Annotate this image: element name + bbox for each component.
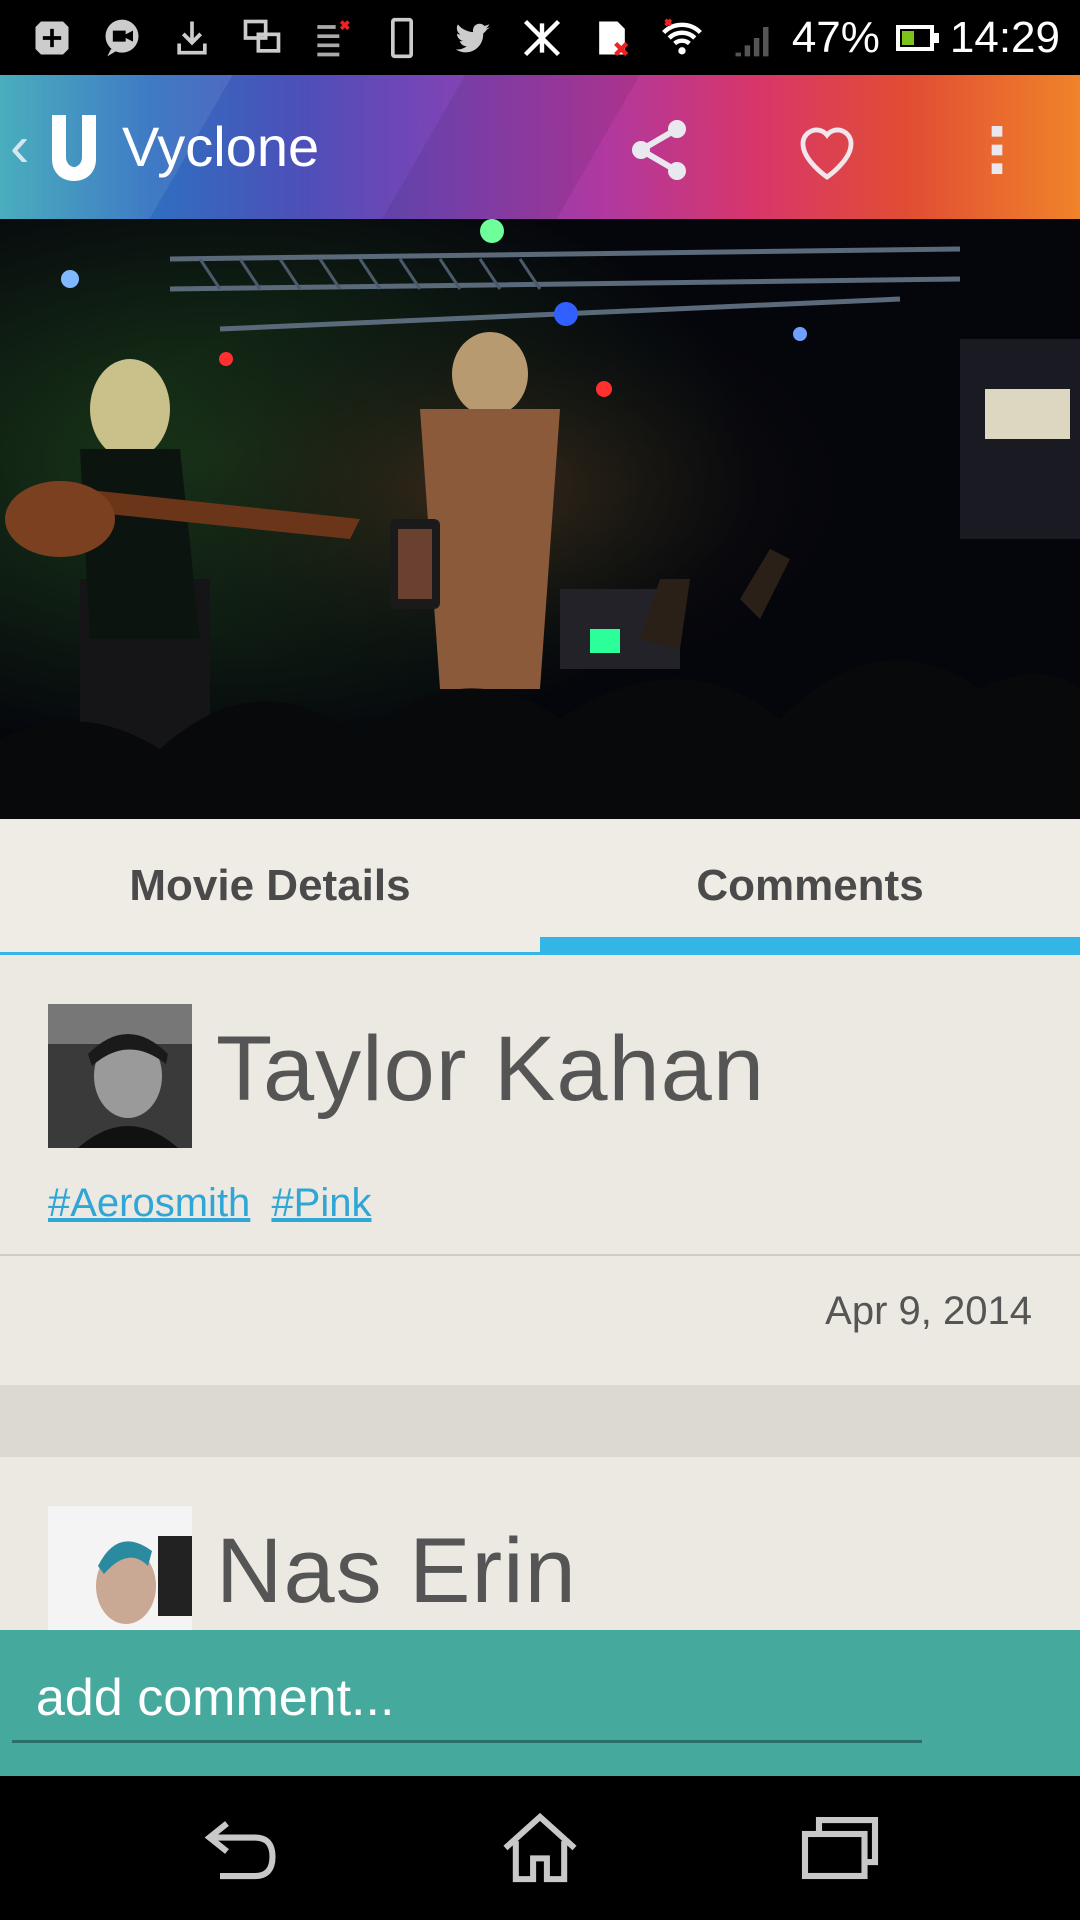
phone-icon: [378, 14, 426, 62]
status-bar: 47% 14:29: [0, 0, 1080, 75]
hashtag-link[interactable]: #Aerosmith: [48, 1181, 250, 1225]
comments-list[interactable]: Taylor Kahan #Aerosmith #Pink Apr 9, 201…: [0, 955, 1080, 1630]
no-signal-icon: [518, 14, 566, 62]
hashtags: #Aerosmith #Pink: [48, 1181, 382, 1226]
app-title: Vyclone: [122, 115, 320, 178]
overflow-menu-icon[interactable]: [958, 111, 1036, 189]
share-icon[interactable]: [620, 111, 698, 189]
video-player[interactable]: [0, 219, 1080, 819]
comment-input-placeholder: add comment...: [36, 1669, 395, 1727]
signal-icon: [728, 14, 776, 62]
up-arrow-icon[interactable]: ‹: [10, 115, 40, 179]
home-icon[interactable]: [495, 1808, 585, 1888]
vyclone-logo[interactable]: [46, 109, 102, 185]
twitter-icon: [448, 14, 496, 62]
heart-icon[interactable]: [788, 111, 866, 189]
comment-card[interactable]: Nas Erin: [0, 1457, 1080, 1630]
add-comment-bar: add comment...: [0, 1630, 1080, 1776]
tab-comments[interactable]: Comments: [540, 819, 1080, 952]
hashtag-link[interactable]: #Pink: [271, 1181, 371, 1225]
add-icon: [28, 14, 76, 62]
battery-percent: 47%: [791, 12, 880, 62]
card-separator: [0, 1385, 1080, 1457]
comment-author[interactable]: Taylor Kahan: [216, 1017, 765, 1122]
notification-icons: [28, 0, 776, 75]
comment-date: Apr 9, 2014: [825, 1289, 1032, 1333]
battery-icon: [895, 24, 939, 51]
comment-card[interactable]: Taylor Kahan #Aerosmith #Pink Apr 9, 201…: [0, 955, 1080, 1340]
download-icon: [168, 14, 216, 62]
tab-bar: Movie Details Comments: [0, 819, 1080, 955]
back-icon[interactable]: [196, 1808, 286, 1888]
recent-apps-icon[interactable]: [795, 1808, 885, 1888]
tab-label: Comments: [696, 860, 924, 910]
avatar[interactable]: [48, 1506, 192, 1630]
screens-icon: [238, 14, 286, 62]
tab-movie-details[interactable]: Movie Details: [0, 819, 540, 952]
video-call-icon: [98, 14, 146, 62]
tab-selected-indicator: [540, 937, 1080, 952]
concert-stage-image: [0, 219, 1080, 819]
clock: 14:29: [949, 12, 1060, 62]
wifi-icon: [658, 14, 706, 62]
system-nav-bar: [0, 1776, 1080, 1920]
comment-author[interactable]: Nas Erin: [216, 1519, 577, 1624]
tab-label: Movie Details: [129, 860, 411, 910]
app-bar: ‹ Vyclone: [0, 75, 1080, 219]
list-icon: [308, 14, 356, 62]
avatar[interactable]: [48, 1004, 192, 1148]
divider: [0, 1254, 1080, 1256]
sim-icon: [588, 14, 636, 62]
comment-input[interactable]: add comment...: [12, 1652, 922, 1743]
